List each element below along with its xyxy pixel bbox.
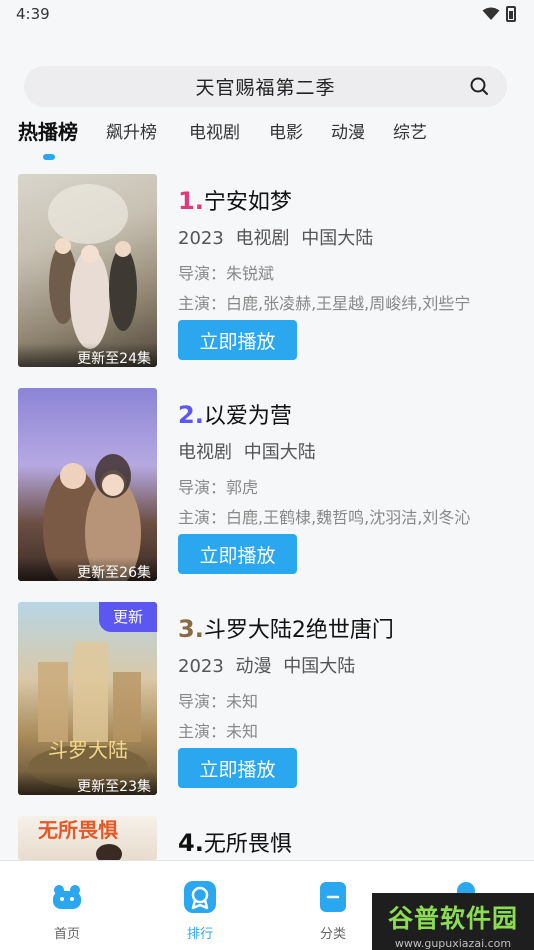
status-bar: 4:39 xyxy=(0,0,534,28)
episode-badge: 更新至26集 xyxy=(18,557,157,581)
new-badge: 更新 xyxy=(99,602,157,632)
item-title: 1.宁安如梦 xyxy=(178,184,292,216)
battery-icon xyxy=(506,6,516,22)
title-text: 斗罗大陆2绝世唐门 xyxy=(203,618,394,643)
title-text: 以爱为营 xyxy=(203,404,292,429)
home-icon xyxy=(53,885,81,909)
play-button[interactable]: 立即播放 xyxy=(178,534,297,574)
item-actors: 主演：白鹿,王鹤棣,魏哲鸣,沈羽洁,刘冬沁 xyxy=(178,508,471,527)
rank-number: 2. xyxy=(178,401,204,429)
poster-art xyxy=(48,184,137,349)
rank-number: 3. xyxy=(178,615,204,643)
poster-title-text: 无所畏惧 xyxy=(38,818,118,842)
list-item[interactable]: 无所畏惧 4.无所畏惧 xyxy=(0,814,534,860)
list-item[interactable]: 更新至26集 2.以爱为营 电视剧 中国大陆 导演：郭虎 主演：白鹿,王鹤棣,魏… xyxy=(0,386,534,582)
item-director: 导演：朱锐斌 xyxy=(178,264,275,283)
item-meta: 2023 动漫 中国大陆 xyxy=(178,656,356,677)
item-director: 导演：未知 xyxy=(178,692,259,711)
poster-art xyxy=(43,454,141,581)
poster-image[interactable]: 更新至26集 xyxy=(18,388,157,581)
tab-rising[interactable]: 飙升榜 xyxy=(106,118,157,143)
nav-home-label: 首页 xyxy=(53,927,80,942)
tab-tv[interactable]: 电视剧 xyxy=(189,118,240,143)
play-button[interactable]: 立即播放 xyxy=(178,748,297,788)
item-actors: 主演：未知 xyxy=(178,722,259,741)
poster-figure xyxy=(96,844,122,860)
svg-text:斗罗大陆: 斗罗大陆 xyxy=(48,738,128,762)
tab-variety[interactable]: 综艺 xyxy=(393,118,427,143)
status-icons xyxy=(482,6,516,22)
rank-number: 1. xyxy=(178,187,204,215)
active-tab-indicator xyxy=(43,154,55,160)
tab-hot[interactable]: 热播榜 xyxy=(18,116,78,145)
rank-number: 4. xyxy=(178,829,204,857)
watermark: 谷普软件园 www.gupuxiazai.com xyxy=(372,893,534,950)
status-time: 4:39 xyxy=(16,5,50,23)
watermark-title: 谷普软件园 xyxy=(387,904,518,933)
item-title: 2.以爱为营 xyxy=(178,398,292,430)
item-meta: 电视剧 中国大陆 xyxy=(178,442,316,463)
ranking-icon xyxy=(184,881,216,913)
poster-image[interactable]: 更新至24集 xyxy=(18,174,157,367)
list-item[interactable]: 斗罗大陆 更新 更新至23集 3.斗罗大陆2绝世唐门 2023 动漫 中国大陆 … xyxy=(0,600,534,796)
nav-home[interactable]: 首页 xyxy=(37,881,97,942)
nav-category[interactable]: 分类 xyxy=(303,881,363,942)
tab-anime[interactable]: 动漫 xyxy=(331,118,365,143)
category-icon xyxy=(320,882,346,912)
search-query: 天官赐福第二季 xyxy=(195,77,336,99)
nav-ranking[interactable]: 排行 xyxy=(170,881,230,942)
watermark-url: www.gupuxiazai.com xyxy=(394,937,512,950)
episode-badge: 更新至24集 xyxy=(18,343,157,367)
search-icon[interactable] xyxy=(469,76,489,96)
item-director: 导演：郭虎 xyxy=(178,478,259,497)
title-text: 宁安如梦 xyxy=(203,190,292,215)
item-actors: 主演：白鹿,张凌赫,王星越,周峻纬,刘些宁 xyxy=(178,294,471,313)
title-text: 无所畏惧 xyxy=(203,832,292,857)
search-bar[interactable]: 天官赐福第二季 xyxy=(24,66,507,107)
nav-category-label: 分类 xyxy=(319,927,346,942)
play-button[interactable]: 立即播放 xyxy=(178,320,297,360)
episode-badge: 更新至23集 xyxy=(18,771,157,795)
wifi-icon xyxy=(482,7,500,20)
list-item[interactable]: 更新至24集 1.宁安如梦 2023 电视剧 中国大陆 导演：朱锐斌 主演：白鹿… xyxy=(0,172,534,368)
tab-movie[interactable]: 电影 xyxy=(269,118,303,143)
item-title: 3.斗罗大陆2绝世唐门 xyxy=(178,612,394,644)
poster-image[interactable]: 无所畏惧 xyxy=(18,816,157,860)
category-tabs: 热播榜 飙升榜 电视剧 电影 动漫 综艺 xyxy=(0,118,534,158)
item-meta: 2023 电视剧 中国大陆 xyxy=(178,228,374,249)
nav-ranking-label: 排行 xyxy=(186,927,213,942)
poster-image[interactable]: 斗罗大陆 更新 更新至23集 xyxy=(18,602,157,795)
item-title: 4.无所畏惧 xyxy=(178,826,292,858)
